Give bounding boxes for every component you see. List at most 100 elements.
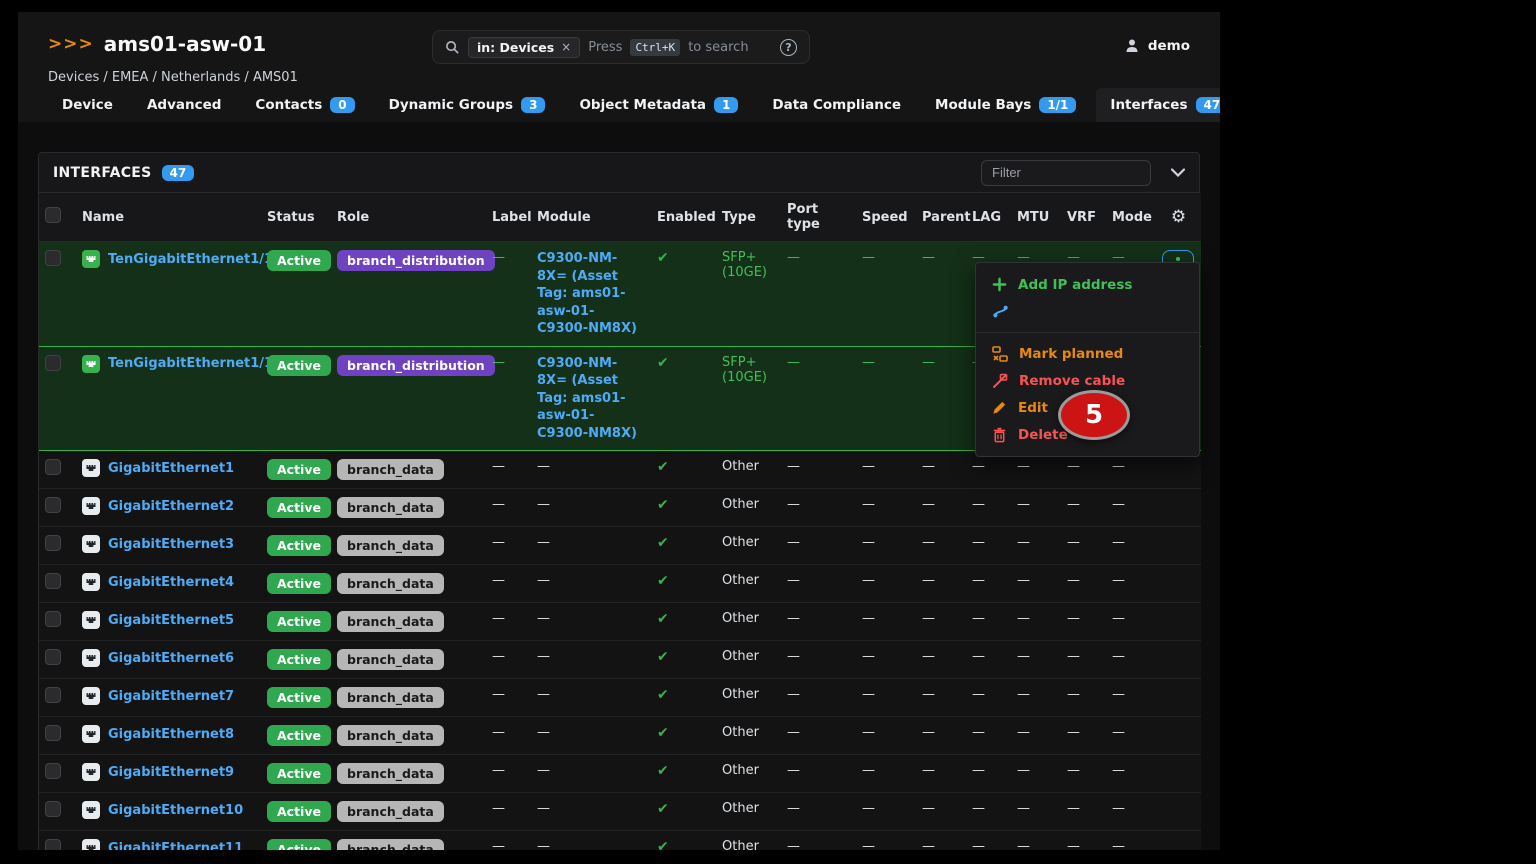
lag-cell: — xyxy=(972,763,985,778)
row-checkbox[interactable] xyxy=(45,725,61,741)
mtu-cell: — xyxy=(1017,573,1030,588)
row-checkbox[interactable] xyxy=(45,535,61,551)
tab-module-bays[interactable]: Module Bays1/1 xyxy=(921,88,1090,122)
lag-cell: — xyxy=(972,535,985,550)
mode-cell: — xyxy=(1112,687,1125,702)
table-settings-gear-icon[interactable]: ⚙ xyxy=(1171,207,1186,227)
row-checkbox[interactable] xyxy=(45,839,61,850)
module-link[interactable]: C9300-NM-8X= (Asset Tag: ams01-asw-01-C9… xyxy=(537,356,637,441)
parent-cell: — xyxy=(922,725,935,740)
tab-object-metadata[interactable]: Object Metadata1 xyxy=(565,88,752,122)
tab-contacts[interactable]: Contacts0 xyxy=(241,88,368,122)
column-header: MTU xyxy=(1017,210,1049,225)
interface-name-link[interactable]: GigabitEthernet11 xyxy=(108,841,243,850)
menu-item-label: Add IP address xyxy=(1018,277,1132,293)
global-search[interactable]: in: Devices × Press Ctrl+K to search ? xyxy=(432,30,810,64)
port_type-cell: — xyxy=(787,459,800,474)
tab-interfaces[interactable]: Interfaces47 xyxy=(1096,88,1220,122)
module-cell: — xyxy=(537,687,550,702)
vrf-cell: — xyxy=(1067,763,1080,778)
enabled-check-icon: ✔ xyxy=(657,611,669,627)
interface-name-link[interactable]: GigabitEthernet9 xyxy=(108,765,234,780)
lag-cell: — xyxy=(972,725,985,740)
interface-name-link[interactable]: TenGigabitEthernet1/1/1 xyxy=(108,252,287,267)
menu-item-mark-planned[interactable]: Mark planned xyxy=(976,340,1199,367)
label-cell: — xyxy=(492,725,505,740)
ethernet-port-icon xyxy=(82,839,100,850)
tab-data-compliance[interactable]: Data Compliance xyxy=(758,88,915,122)
enabled-check-icon: ✔ xyxy=(657,801,669,817)
mtu-cell: — xyxy=(1017,611,1030,626)
chip-close-icon[interactable]: × xyxy=(561,40,571,54)
row-checkbox[interactable] xyxy=(45,801,61,817)
menu-item-trace-cable[interactable] xyxy=(976,298,1199,325)
column-header: Name xyxy=(82,210,124,225)
type-cell: SFP+ (10GE) xyxy=(722,250,767,280)
column-header: Speed xyxy=(862,210,908,225)
interface-name-link[interactable]: GigabitEthernet5 xyxy=(108,613,234,628)
row-checkbox[interactable] xyxy=(45,611,61,627)
tab-device[interactable]: Device xyxy=(48,88,127,122)
interface-name-link[interactable]: TenGigabitEthernet1/1/2 xyxy=(108,356,287,371)
tab-label: Contacts xyxy=(255,97,322,113)
select-all-checkbox[interactable] xyxy=(45,207,61,223)
lag-cell: — xyxy=(972,839,985,850)
chevron-down-icon[interactable] xyxy=(1171,168,1185,177)
row-checkbox[interactable] xyxy=(45,459,61,475)
remove-cable-icon xyxy=(992,373,1008,389)
mtu-cell: — xyxy=(1017,649,1030,664)
page-content: INTERFACES 47 NameStatusRoleLabelModuleE… xyxy=(18,122,1220,850)
row-checkbox[interactable] xyxy=(45,649,61,665)
status-badge: Active xyxy=(267,839,331,850)
row-checkbox[interactable] xyxy=(45,573,61,589)
table-row: GigabitEthernet6 Active branch_data — — … xyxy=(39,641,1201,679)
search-icon xyxy=(445,40,460,55)
module-cell: — xyxy=(537,535,550,550)
parent-cell: — xyxy=(922,459,935,474)
table-row: GigabitEthernet10 Active branch_data — —… xyxy=(39,793,1201,831)
interface-name-link[interactable]: GigabitEthernet1 xyxy=(108,461,234,476)
lag-cell: — xyxy=(972,687,985,702)
status-badge: Active xyxy=(267,725,331,746)
filter-input[interactable] xyxy=(981,160,1151,186)
row-checkbox[interactable] xyxy=(45,355,61,371)
mtu-cell: — xyxy=(1017,497,1030,512)
search-filter-chip[interactable]: in: Devices × xyxy=(468,37,580,58)
table-row: GigabitEthernet7 Active branch_data — — … xyxy=(39,679,1201,717)
menu-item-label: Edit xyxy=(1018,400,1048,416)
help-icon[interactable]: ? xyxy=(780,39,797,56)
user-menu[interactable]: demo xyxy=(1124,38,1190,54)
interface-name-link[interactable]: GigabitEthernet8 xyxy=(108,727,234,742)
interface-name-link[interactable]: GigabitEthernet10 xyxy=(108,803,243,818)
label-cell: — xyxy=(492,763,505,778)
interface-name-link[interactable]: GigabitEthernet3 xyxy=(108,537,234,552)
table-header-row: NameStatusRoleLabelModuleEnabledTypePort… xyxy=(39,193,1201,242)
interface-name-link[interactable]: GigabitEthernet6 xyxy=(108,651,234,666)
ethernet-port-icon xyxy=(82,687,100,705)
row-checkbox[interactable] xyxy=(45,497,61,513)
mode-cell: — xyxy=(1112,725,1125,740)
mode-cell: — xyxy=(1112,573,1125,588)
type-cell: Other xyxy=(722,839,759,850)
lag-cell: — xyxy=(972,459,985,474)
tab-label: Device xyxy=(62,97,113,113)
speed-cell: — xyxy=(862,611,875,626)
column-header: Mode xyxy=(1112,210,1152,225)
interface-name-link[interactable]: GigabitEthernet7 xyxy=(108,689,234,704)
tab-dynamic-groups[interactable]: Dynamic Groups3 xyxy=(375,88,560,122)
interface-name-link[interactable]: GigabitEthernet2 xyxy=(108,499,234,514)
status-badge: Active xyxy=(267,459,331,480)
role-badge: branch_data xyxy=(337,839,444,850)
module-cell: — xyxy=(537,801,550,816)
tab-advanced[interactable]: Advanced xyxy=(133,88,235,122)
menu-item-add-ip-address[interactable]: Add IP address xyxy=(976,271,1199,298)
row-checkbox[interactable] xyxy=(45,763,61,779)
label-cell: — xyxy=(492,250,505,265)
row-checkbox[interactable] xyxy=(45,687,61,703)
row-checkbox[interactable] xyxy=(45,250,61,266)
ethernet-port-icon xyxy=(82,725,100,743)
vrf-cell: — xyxy=(1067,535,1080,550)
module-link[interactable]: C9300-NM-8X= (Asset Tag: ams01-asw-01-C9… xyxy=(537,251,637,336)
interface-name-link[interactable]: GigabitEthernet4 xyxy=(108,575,234,590)
interfaces-panel: INTERFACES 47 NameStatusRoleLabelModuleE… xyxy=(38,152,1200,850)
